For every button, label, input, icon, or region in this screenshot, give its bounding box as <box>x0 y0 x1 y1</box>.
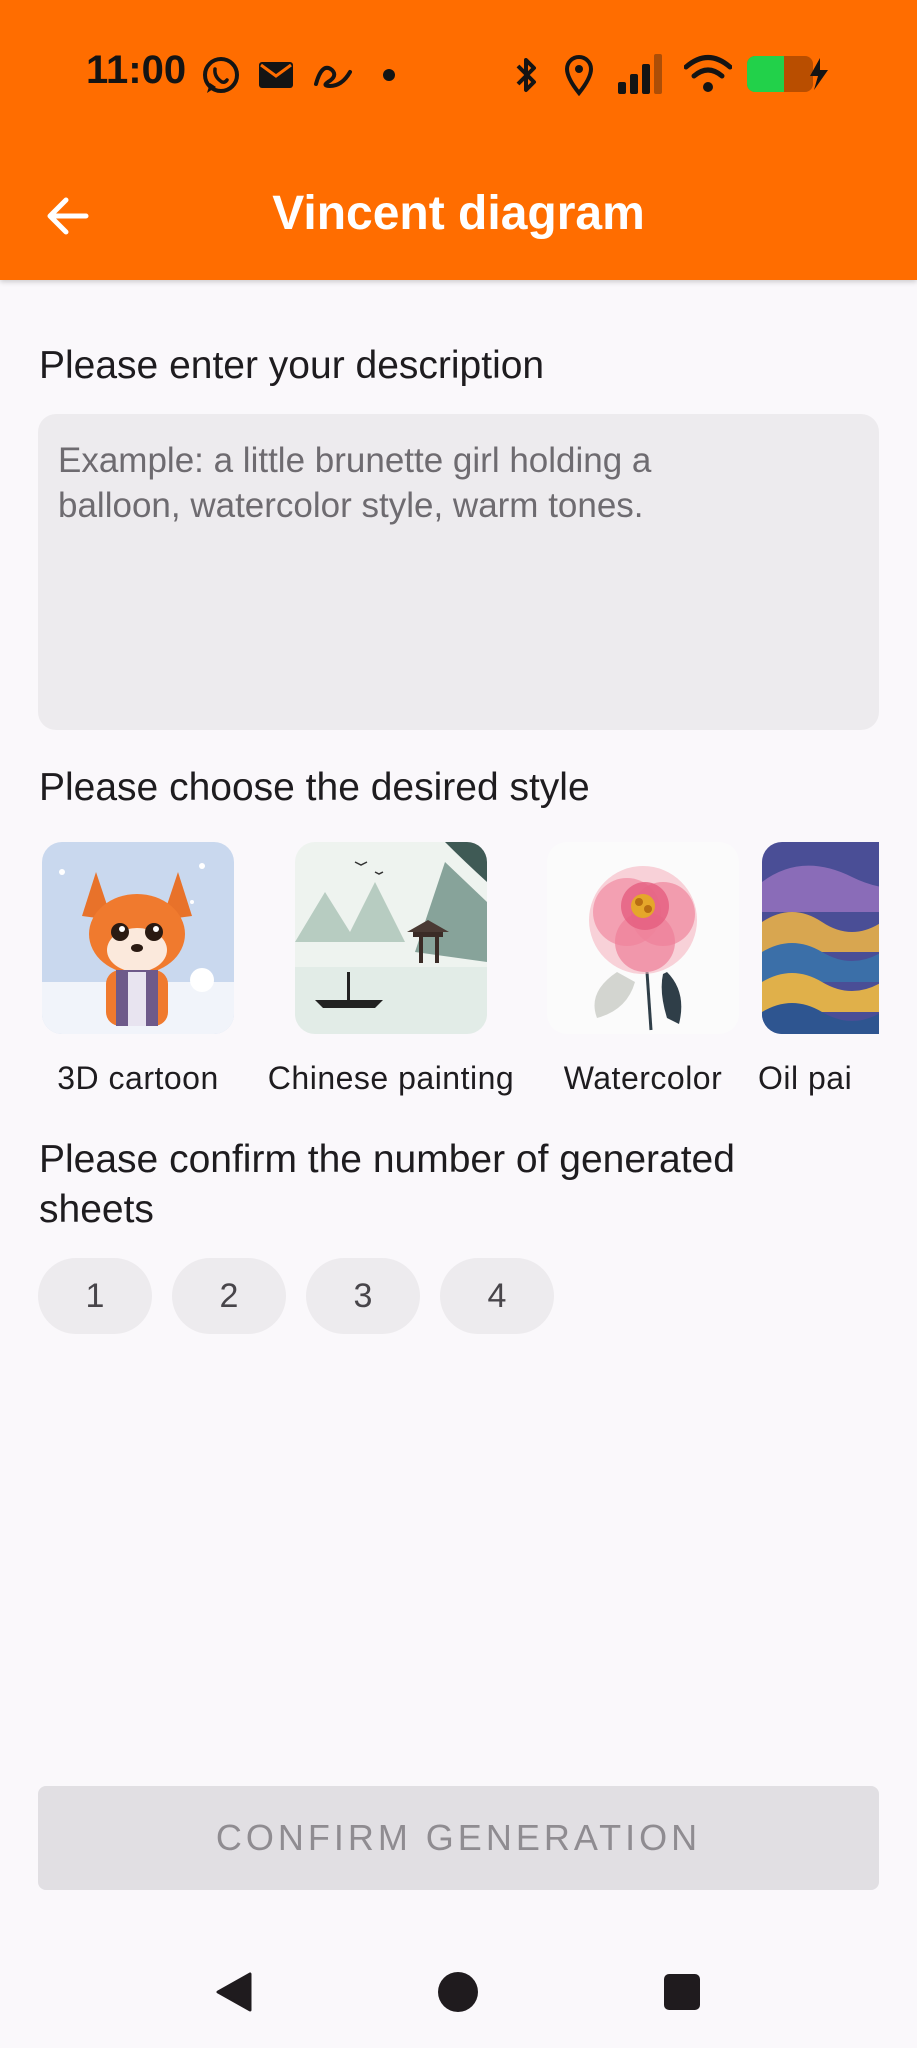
style-carousel[interactable]: 3D cartoon Chinese painting Watercolor O… <box>38 838 879 1108</box>
mail-icon <box>259 62 293 88</box>
home-circle-icon[interactable] <box>436 1970 480 2014</box>
description-placeholder-line1: Example: a little brunette girl holding … <box>58 441 652 480</box>
bluetooth-icon <box>516 58 536 92</box>
style-name: Chinese painting <box>267 1060 515 1096</box>
wifi-icon <box>684 55 732 92</box>
app-bar: 11:00 Vincent diagram <box>0 0 917 280</box>
peony-watercolor-image <box>547 842 739 1034</box>
sheets-label-line2: sheets <box>39 1188 154 1231</box>
recents-square-icon[interactable] <box>662 1972 702 2012</box>
ink-landscape-image <box>295 842 487 1034</box>
style-label: Please choose the desired style <box>39 766 590 809</box>
page-title: Vincent diagram <box>272 187 645 240</box>
sheet-count-2-button[interactable]: 2 <box>172 1258 286 1334</box>
style-name: 3D cartoon <box>57 1060 219 1096</box>
style-option-3d-cartoon[interactable]: 3D cartoon <box>38 838 238 1096</box>
sheet-count-4-button[interactable]: 4 <box>440 1258 554 1334</box>
sheets-label-line1: Please confirm the number of generated <box>39 1138 735 1181</box>
location-icon <box>564 55 594 96</box>
fox-cartoon-image <box>42 842 234 1034</box>
description-input[interactable]: Example: a little brunette girl holding … <box>38 414 879 730</box>
whatsapp-icon <box>203 57 239 93</box>
style-name: Watercolor <box>563 1060 723 1096</box>
style-option-chinese-painting[interactable]: Chinese painting <box>268 838 514 1096</box>
style-name: Oil pai <box>758 1060 853 1096</box>
oil-waves-image <box>762 842 879 1034</box>
dot-icon <box>383 69 395 81</box>
confirm-generation-button[interactable]: CONFIRM GENERATION <box>38 1786 879 1890</box>
back-triangle-icon[interactable] <box>212 1970 256 2014</box>
style-option-oil-painting[interactable]: Oil pai <box>758 838 879 1096</box>
sheet-count-1-button[interactable]: 1 <box>38 1258 152 1334</box>
description-placeholder-line2: balloon, watercolor style, warm tones. <box>58 486 644 525</box>
battery-charging-icon <box>747 56 828 92</box>
signal-icon <box>618 54 662 94</box>
status-time: 11:00 <box>86 48 187 92</box>
sheet-count-3-button[interactable]: 3 <box>306 1258 420 1334</box>
style-option-watercolor[interactable]: Watercolor <box>543 838 743 1096</box>
status-bar: 11:00 <box>0 0 917 150</box>
description-label: Please enter your description <box>39 344 545 387</box>
app-notification-icon <box>314 65 352 89</box>
